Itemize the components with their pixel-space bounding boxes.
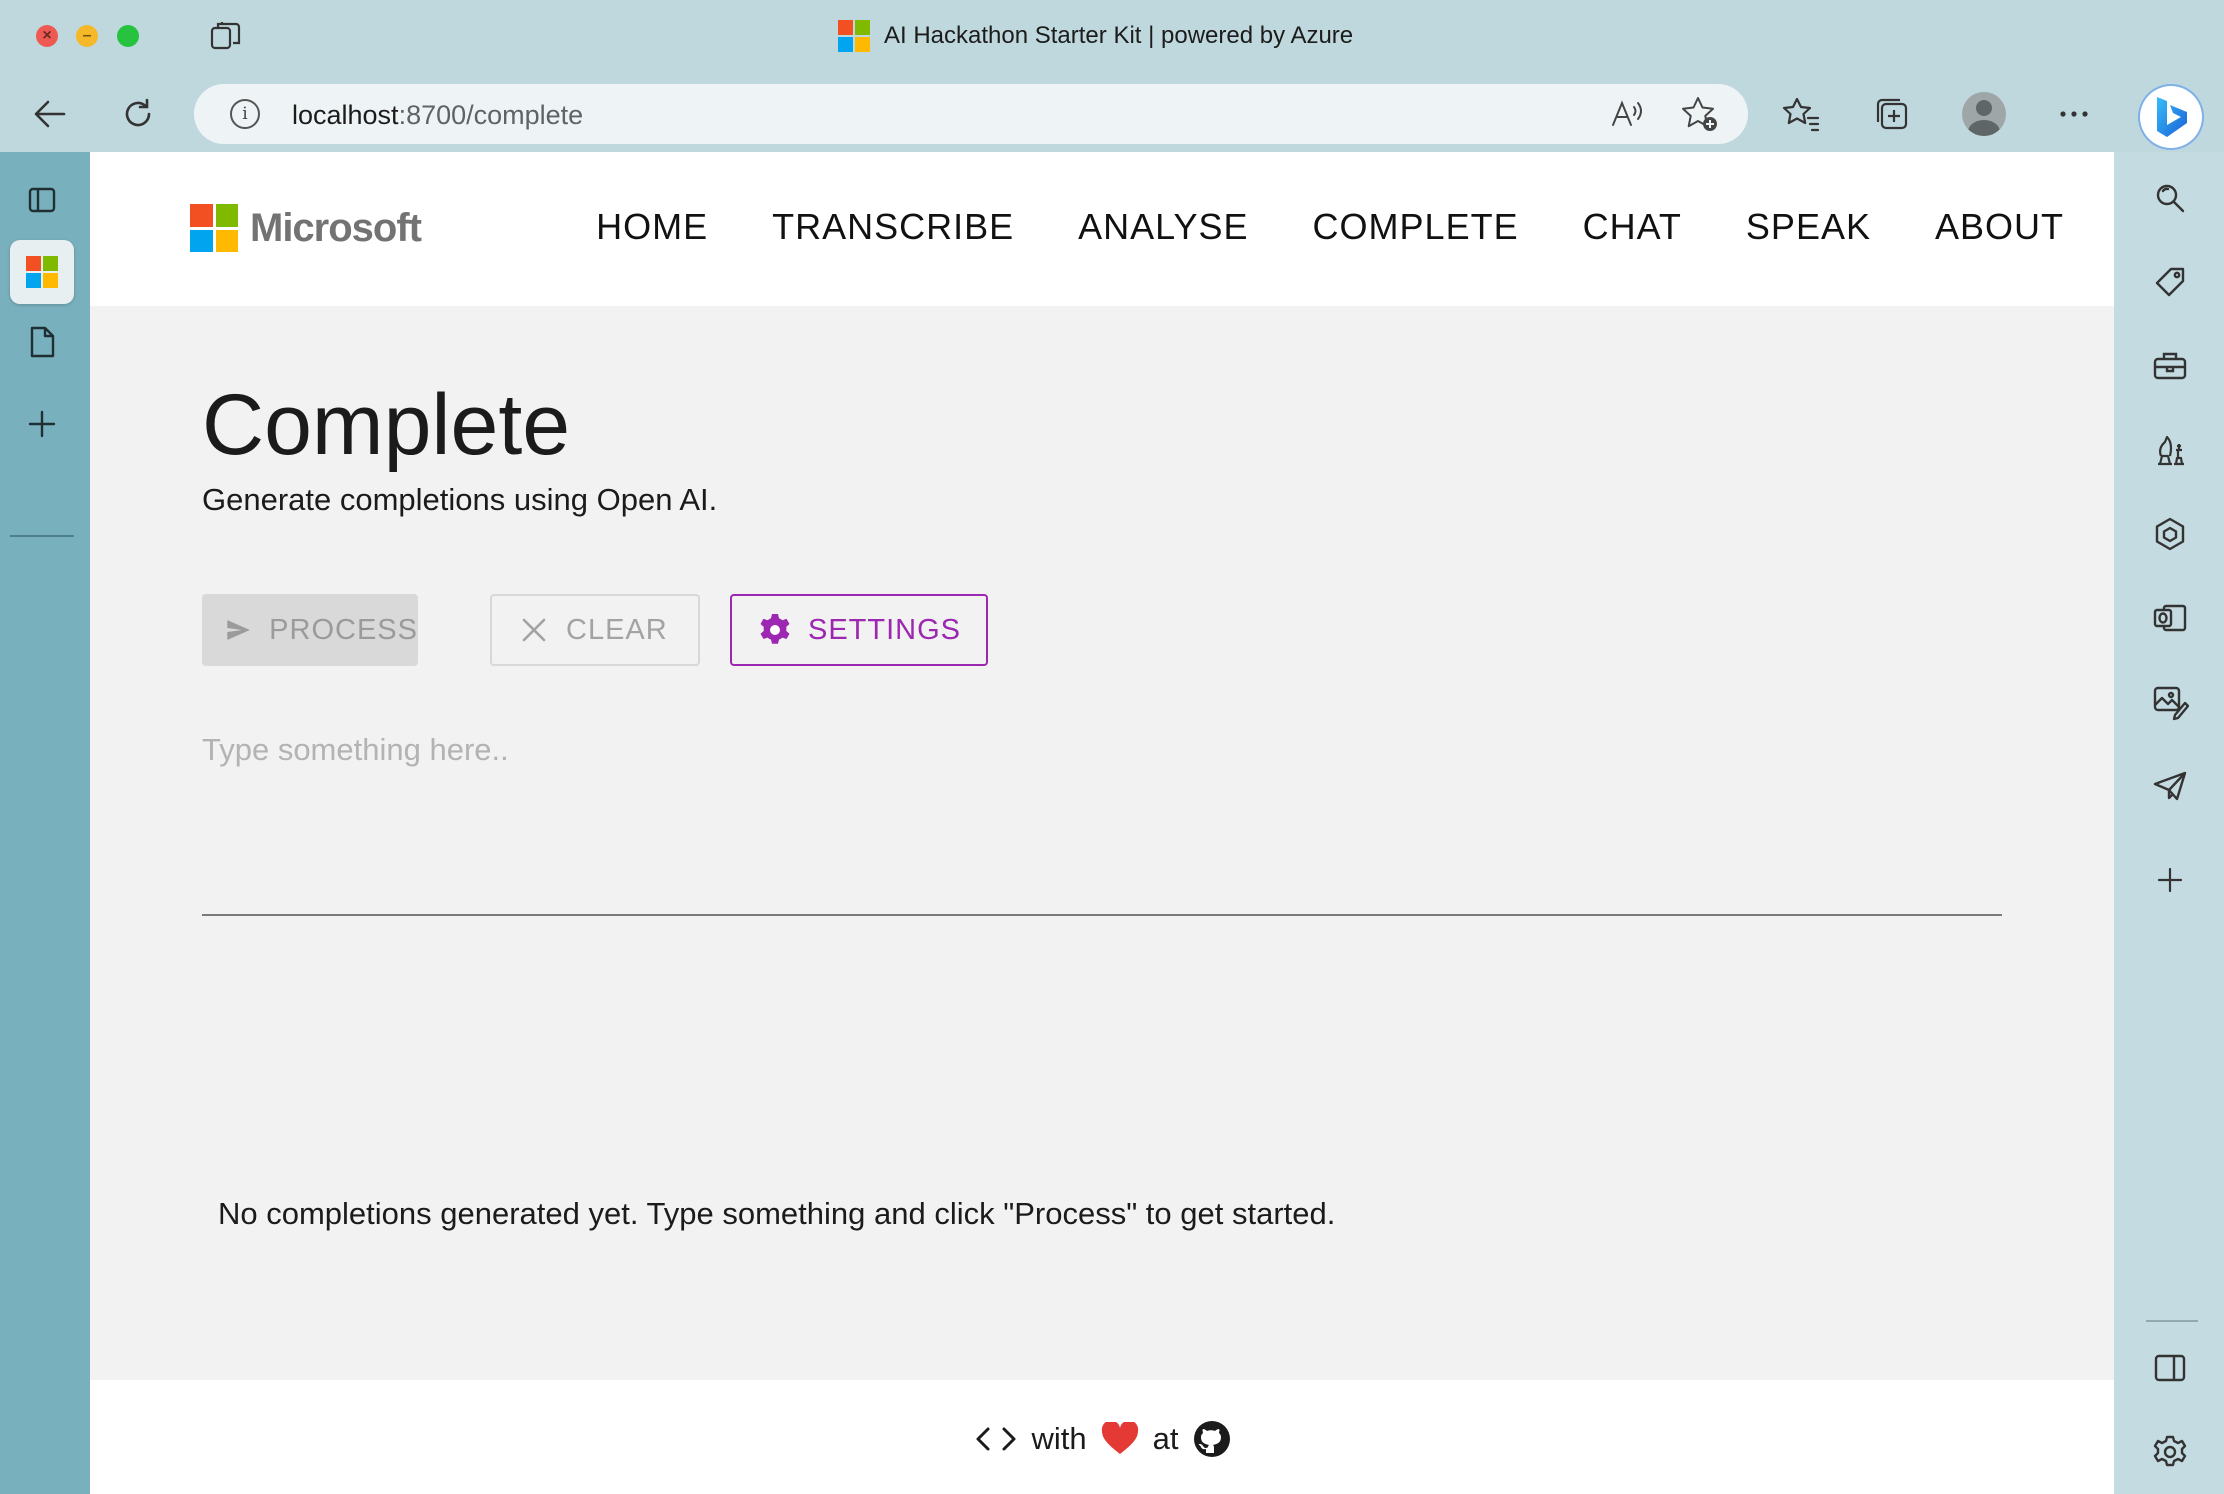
- toolbox-icon: [2153, 352, 2187, 380]
- sidebar-tools-button[interactable]: [2148, 344, 2192, 388]
- office-icon: [2155, 517, 2185, 551]
- sidebar-toggle-icon: [2154, 1354, 2186, 1382]
- edge-sidebar: [2114, 152, 2224, 1494]
- site-logo[interactable]: Microsoft: [190, 204, 422, 252]
- refresh-button[interactable]: [116, 92, 160, 136]
- url-host: localhost: [292, 100, 399, 130]
- sidebar-divider: [2146, 1320, 2198, 1322]
- panel-icon: [28, 187, 56, 213]
- tab-layout-toggle[interactable]: [16, 174, 68, 226]
- sidebar-outlook-button[interactable]: [2148, 596, 2192, 640]
- settings-button-label: SETTINGS: [808, 613, 962, 646]
- search-icon: [2156, 184, 2185, 213]
- sidebar-send-button[interactable]: [2148, 764, 2192, 808]
- window-title: AI Hackathon Starter Kit | powered by Az…: [838, 20, 1353, 52]
- bing-copilot-button[interactable]: [2140, 86, 2202, 148]
- tab-actions-icon[interactable]: [208, 18, 244, 54]
- github-icon[interactable]: [1193, 1420, 1231, 1458]
- gear-icon: [760, 614, 790, 644]
- minimize-icon: –: [82, 27, 92, 44]
- nav-item-home[interactable]: HOME: [596, 206, 708, 248]
- sidebar-search-button[interactable]: [2148, 176, 2192, 220]
- process-button-label: PROCESS: [269, 613, 418, 646]
- collections-button[interactable]: [1870, 92, 1914, 136]
- nav-item-complete[interactable]: COMPLETE: [1313, 206, 1519, 248]
- vertical-tabs-bar: [0, 152, 90, 1494]
- chess-icon: [2158, 435, 2184, 466]
- page-subtitle: Generate completions using Open AI.: [202, 482, 718, 517]
- address-bar[interactable]: i localhost:8700/complete: [194, 84, 1748, 144]
- site-header: Microsoft HOME TRANSCRIBE ANALYSE COMPLE…: [90, 152, 2114, 306]
- main-nav: HOME TRANSCRIBE ANALYSE COMPLETE CHAT SP…: [596, 206, 2064, 248]
- browser-titlebar: × – AI Hackathon Starter Kit | powered b…: [0, 0, 2224, 72]
- site-info-icon[interactable]: i: [230, 99, 260, 129]
- back-arrow-icon: [34, 100, 66, 128]
- page-viewport: Microsoft HOME TRANSCRIBE ANALYSE COMPLE…: [90, 152, 2114, 1494]
- collections-icon: [1876, 98, 1908, 130]
- tab-ai-hackathon[interactable]: [10, 240, 74, 304]
- image-edit-icon: [2153, 686, 2189, 721]
- nav-item-chat[interactable]: CHAT: [1583, 206, 1682, 248]
- maximize-window-button[interactable]: [117, 25, 139, 47]
- read-aloud-icon: [1612, 100, 1642, 126]
- prompt-input[interactable]: [202, 712, 2002, 916]
- clear-button-label: CLEAR: [566, 613, 668, 646]
- empty-state-message: No completions generated yet. Type somet…: [218, 1196, 1336, 1231]
- sidebar-add-button[interactable]: [2148, 858, 2192, 902]
- star-add-icon: [1682, 97, 1717, 131]
- window-title-text: AI Hackathon Starter Kit | powered by Az…: [884, 22, 1354, 49]
- more-icon: [2060, 111, 2088, 117]
- favorites-button[interactable]: [1780, 92, 1824, 136]
- send-icon: [2153, 771, 2187, 801]
- sidebar-games-button[interactable]: [2148, 428, 2192, 472]
- tab-favicon-icon: [26, 256, 58, 288]
- sidebar-office-button[interactable]: [2148, 512, 2192, 556]
- document-icon: [30, 326, 55, 358]
- minimize-window-button[interactable]: –: [76, 25, 98, 47]
- nav-item-speak[interactable]: SPEAK: [1746, 206, 1871, 248]
- favorites-icon: [1782, 97, 1820, 132]
- site-footer: with at: [90, 1380, 2114, 1494]
- send-icon: [227, 620, 250, 640]
- outlook-icon: [2153, 604, 2187, 632]
- sidebar-shopping-button[interactable]: [2148, 260, 2192, 304]
- tab-document[interactable]: [16, 316, 68, 368]
- clear-button[interactable]: CLEAR: [490, 594, 700, 666]
- favicon-icon: [838, 20, 870, 52]
- close-icon: ×: [42, 27, 52, 44]
- footer-credit: with at: [90, 1420, 2114, 1458]
- back-button[interactable]: [28, 92, 72, 136]
- url-text[interactable]: localhost:8700/complete: [292, 100, 583, 131]
- settings-button[interactable]: SETTINGS: [730, 594, 988, 666]
- plus-icon: [28, 410, 56, 438]
- heart-icon: [1101, 1422, 1138, 1454]
- gear-icon: [2153, 1435, 2187, 1467]
- bing-icon: [2157, 97, 2187, 137]
- brand-name: Microsoft: [250, 205, 422, 250]
- more-menu-button[interactable]: [2052, 92, 2096, 136]
- tag-icon: [2155, 267, 2185, 297]
- add-favorite-button[interactable]: [1678, 92, 1722, 136]
- close-icon: [522, 618, 546, 642]
- nav-item-analyse[interactable]: ANALYSE: [1078, 206, 1248, 248]
- new-tab-button[interactable]: [16, 398, 68, 450]
- read-aloud-button[interactable]: [1606, 92, 1650, 136]
- nav-item-about[interactable]: ABOUT: [1935, 206, 2064, 248]
- refresh-icon: [125, 98, 151, 127]
- profile-avatar[interactable]: [1962, 92, 2006, 136]
- footer-with-text: with: [1031, 1421, 1087, 1456]
- close-window-button[interactable]: ×: [36, 25, 58, 47]
- process-button[interactable]: PROCESS: [202, 594, 418, 666]
- code-icon: [976, 1427, 1015, 1451]
- footer-at-text: at: [1152, 1421, 1179, 1456]
- tab-divider: [10, 535, 74, 537]
- nav-item-transcribe[interactable]: TRANSCRIBE: [772, 206, 1014, 248]
- sidebar-designer-button[interactable]: [2148, 680, 2192, 724]
- plus-icon: [2157, 867, 2183, 893]
- sidebar-settings-button[interactable]: [2148, 1430, 2192, 1474]
- sidebar-panel-toggle[interactable]: [2148, 1346, 2192, 1390]
- url-path: :8700/complete: [398, 100, 584, 130]
- page-title: Complete: [202, 377, 571, 473]
- microsoft-logo-icon: [190, 204, 238, 252]
